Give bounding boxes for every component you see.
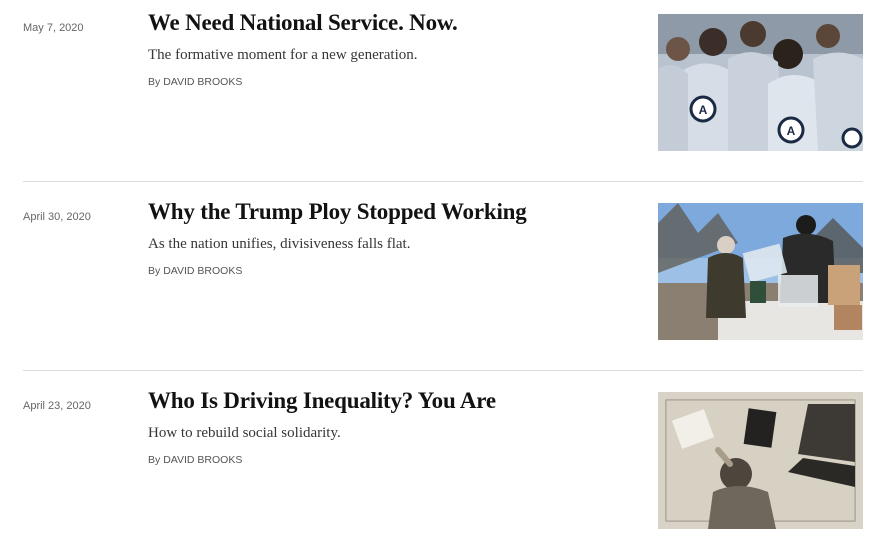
author-link[interactable]: DAVID BROOKS — [163, 76, 242, 88]
article-item: May 7, 2020 We Need National Service. No… — [23, 10, 863, 151]
article-date: May 7, 2020 — [23, 22, 84, 34]
byline-prefix: By — [148, 76, 161, 88]
article-summary: The formative moment for a new generatio… — [148, 47, 418, 63]
author-link[interactable]: DAVID BROOKS — [163, 454, 242, 466]
child-at-desk-photo-icon — [658, 392, 863, 529]
article-list: May 7, 2020 We Need National Service. No… — [0, 0, 888, 541]
article-headline-link[interactable]: Why the Trump Ploy Stopped Working — [148, 199, 527, 225]
article-byline: By DAVID BROOKS — [148, 265, 242, 277]
svg-text:A: A — [699, 103, 708, 117]
article-summary: How to rebuild social solidarity. — [148, 425, 341, 441]
article-byline: By DAVID BROOKS — [148, 454, 242, 466]
article-date: April 23, 2020 — [23, 400, 91, 412]
svg-text:A: A — [787, 124, 796, 138]
article-divider — [23, 181, 863, 182]
americorps-volunteers-photo-icon: A A — [658, 14, 863, 151]
article-item: April 23, 2020 Who Is Driving Inequality… — [23, 388, 863, 529]
byline-prefix: By — [148, 454, 161, 466]
article-headline-link[interactable]: We Need National Service. Now. — [148, 10, 458, 36]
food-distribution-photo-icon — [658, 203, 863, 340]
article-thumbnail[interactable]: A A — [658, 14, 863, 151]
article-thumbnail[interactable] — [658, 392, 863, 529]
article-date: April 30, 2020 — [23, 211, 91, 223]
article-headline-link[interactable]: Who Is Driving Inequality? You Are — [148, 388, 496, 414]
article-item: April 30, 2020 Why the Trump Ploy Stoppe… — [23, 199, 863, 340]
author-link[interactable]: DAVID BROOKS — [163, 265, 242, 277]
article-summary: As the nation unifies, divisiveness fall… — [148, 236, 411, 252]
byline-prefix: By — [148, 265, 161, 277]
article-thumbnail[interactable] — [658, 203, 863, 340]
article-divider — [23, 370, 863, 371]
article-byline: By DAVID BROOKS — [148, 76, 242, 88]
